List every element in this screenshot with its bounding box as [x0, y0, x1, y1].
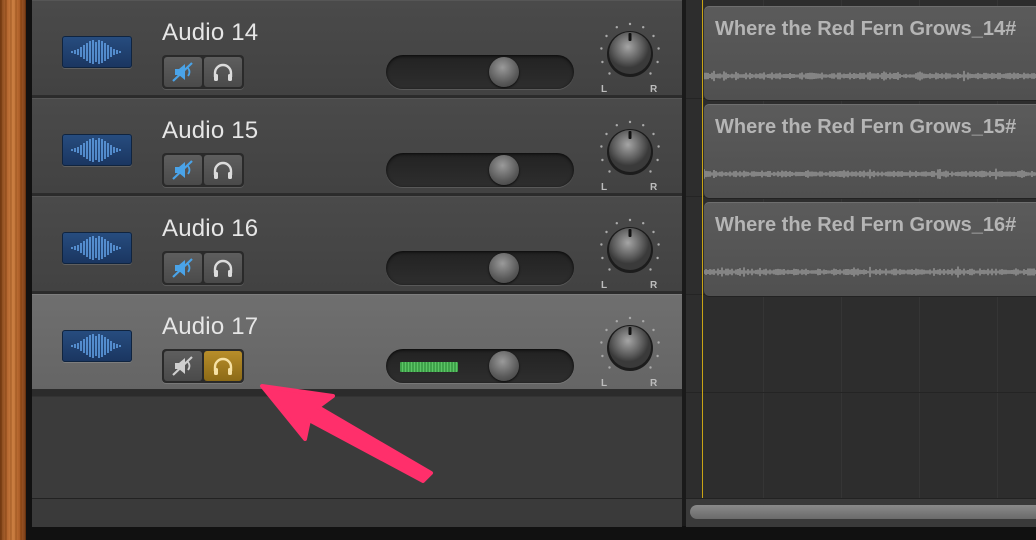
annotation-arrow [260, 384, 433, 483]
